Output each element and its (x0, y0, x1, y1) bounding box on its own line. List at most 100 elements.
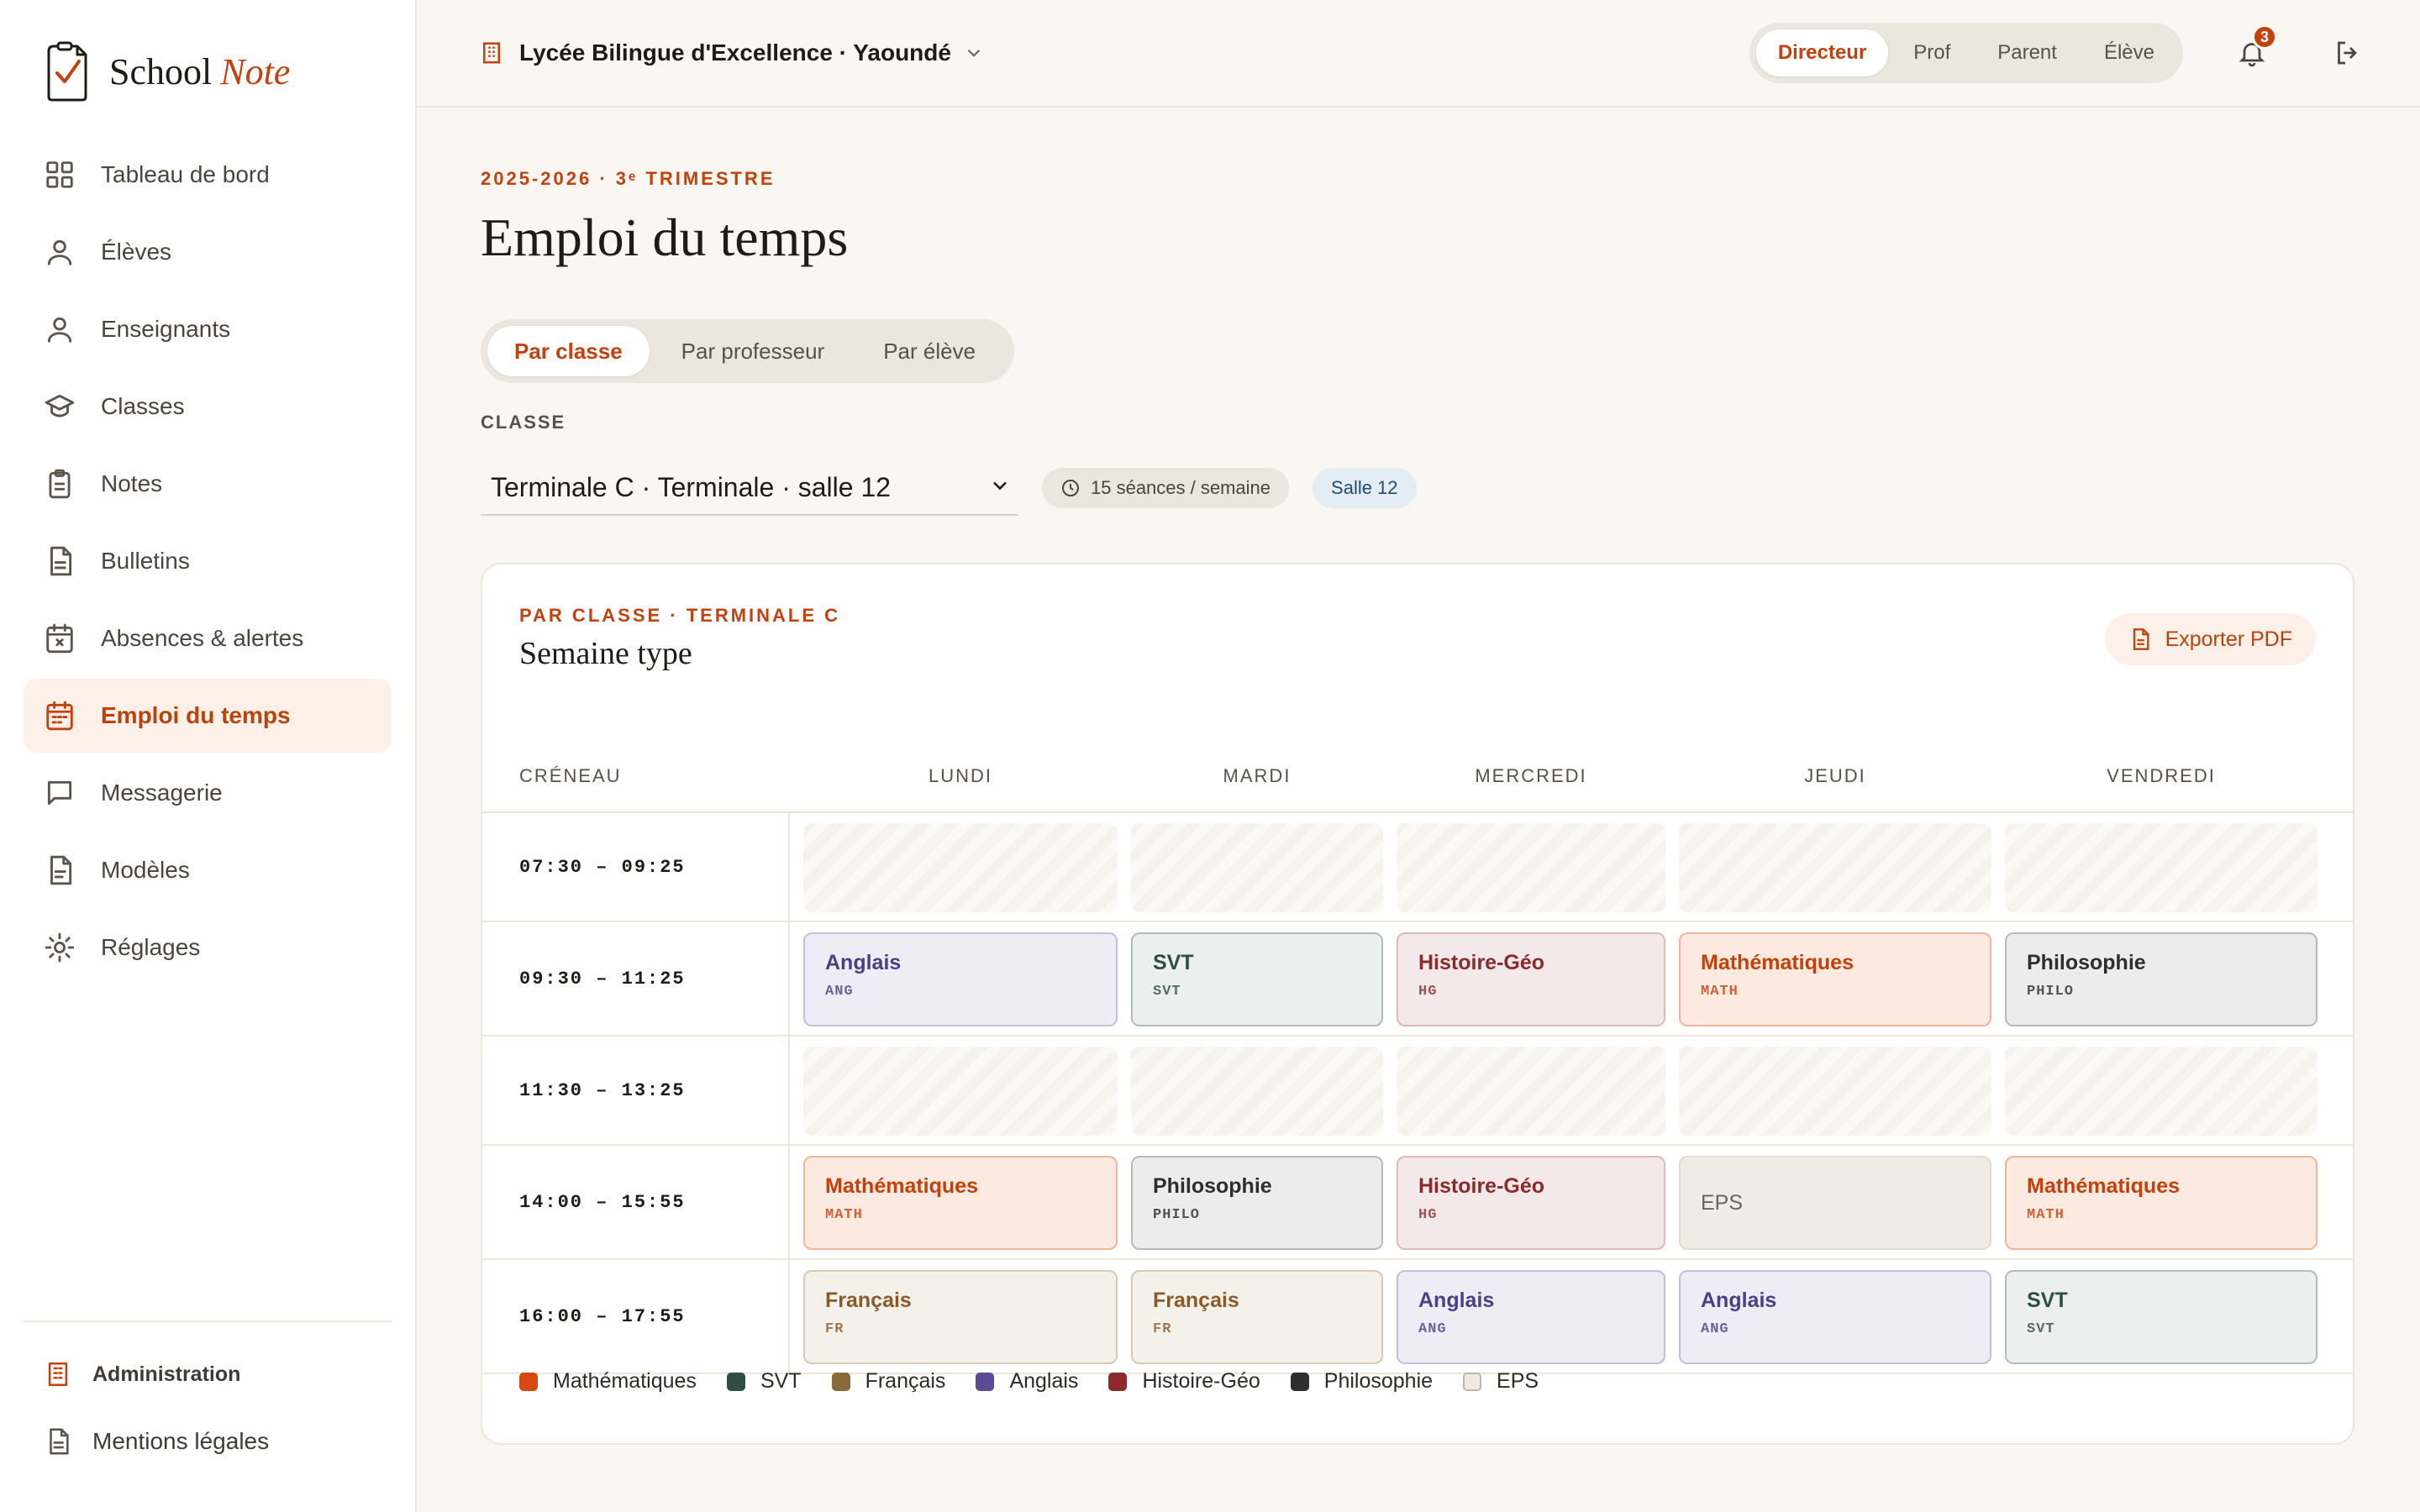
timetable-row: 07:30 – 09:25 (482, 813, 2353, 922)
legend-label: SVT (760, 1369, 802, 1393)
school-name: Lycée Bilingue d'Excellence · Yaoundé (519, 39, 951, 66)
role-prof[interactable]: Prof (1891, 29, 1972, 76)
role-directeur[interactable]: Directeur (1755, 29, 1889, 76)
empty-slot (1679, 1047, 1991, 1136)
day-header-mercredi: MERCREDI (1475, 765, 1587, 786)
legend-item: Histoire-Géo (1108, 1369, 1260, 1394)
legend-swatch (976, 1372, 995, 1391)
sidebar-item-messagerie[interactable]: Messagerie (24, 756, 392, 830)
empty-slot (2005, 1047, 2317, 1136)
class-select[interactable]: Terminale C · Terminale · salle 12 (481, 460, 1018, 516)
role-eleve[interactable]: Élève (2082, 29, 2176, 76)
lesson-cell[interactable]: Philosophie PHILO (2005, 932, 2317, 1026)
timetable-row: 16:00 – 17:55 Français FR Français FR Anglais… (482, 1260, 2353, 1374)
lesson-subject: Mathématiques (1701, 951, 1854, 974)
sidebar-item-modeles[interactable]: Modèles (24, 833, 392, 907)
day-header-vendredi: VENDREDI (2107, 765, 2216, 786)
lesson-code: MATH (825, 1207, 863, 1223)
lesson-code: PHILO (1153, 1207, 1201, 1223)
lesson-subject: Anglais (825, 951, 902, 974)
lesson-subject: Histoire-Géo (1418, 951, 1545, 974)
notifications-button[interactable]: 3 (2227, 24, 2277, 78)
tab-par-classe[interactable]: Par classe (487, 326, 650, 376)
tab-par-professeur[interactable]: Par professeur (655, 326, 852, 376)
lesson-cell[interactable]: Anglais ANG (1679, 1270, 1991, 1364)
sidebar-item-enseignants[interactable]: Enseignants (24, 292, 392, 366)
lesson-subject: EPS (1701, 1190, 1744, 1215)
legend-item: Français (831, 1369, 946, 1394)
lesson-cell[interactable]: Anglais ANG (803, 932, 1118, 1026)
lesson-subject: Anglais (1418, 1289, 1495, 1312)
lesson-cell[interactable]: SVT SVT (1131, 932, 1383, 1026)
sidebar-item-tableau-de-bord[interactable]: Tableau de bord (24, 138, 392, 212)
lesson-cell[interactable]: Mathématiques MATH (803, 1156, 1118, 1250)
legend-swatch (831, 1372, 850, 1391)
main-area: Lycée Bilingue d'Excellence · Yaoundé Di… (417, 0, 2420, 1512)
sidebar-item-notes[interactable]: Notes (24, 447, 392, 521)
slot-header: CRÉNEAU (519, 765, 622, 786)
subject-legend: Mathématiques SVT Français Anglais Histoire-… (519, 1369, 1569, 1394)
legal-link[interactable]: Mentions légales (24, 1408, 392, 1475)
lesson-cell[interactable]: Français FR (1131, 1270, 1383, 1364)
sidebar-item-emploi-du-temps[interactable]: Emploi du temps (24, 679, 392, 753)
lesson-subject: SVT (1153, 951, 1194, 974)
logout-icon (2338, 41, 2357, 65)
empty-slot (1679, 823, 1991, 912)
legend-swatch (1290, 1372, 1309, 1391)
legend-label: Histoire-Géo (1142, 1369, 1260, 1393)
role-parent[interactable]: Parent (1975, 29, 2079, 76)
sidebar-item-absences[interactable]: Absences & alertes (24, 601, 392, 675)
school-selector[interactable]: Lycée Bilingue d'Excellence · Yaoundé (479, 39, 985, 66)
lesson-code: PHILO (2027, 984, 2075, 1000)
lesson-cell[interactable]: Anglais ANG (1397, 1270, 1665, 1364)
lesson-cell[interactable]: SVT SVT (2005, 1270, 2317, 1364)
lesson-cell[interactable]: Mathématiques MATH (2005, 1156, 2317, 1250)
legend-label: Français (865, 1369, 946, 1393)
lesson-cell[interactable]: EPS (1679, 1156, 1991, 1250)
lesson-subject: Philosophie (2027, 951, 2146, 974)
notification-badge: 3 (2252, 24, 2277, 50)
legend-item: SVT (726, 1369, 802, 1394)
legend-item: Philosophie (1290, 1369, 1433, 1394)
lesson-cell[interactable]: Histoire-Géo HG (1397, 932, 1665, 1026)
export-pdf-button[interactable]: Exporter PDF (2104, 613, 2316, 665)
empty-slot (1397, 1047, 1665, 1136)
sidebar-item-bulletins[interactable]: Bulletins (24, 524, 392, 598)
lesson-code: MATH (2027, 1207, 2065, 1223)
sidebar-item-eleves[interactable]: Élèves (24, 215, 392, 289)
lesson-code: HG (1418, 1207, 1438, 1223)
lesson-code: SVT (2027, 1321, 2055, 1337)
sidebar-item-reglages[interactable]: Réglages (24, 911, 392, 984)
settings-icon (45, 932, 75, 963)
building-icon (483, 42, 500, 64)
lesson-code: ANG (1418, 1321, 1447, 1337)
room-chip: Salle 12 (1313, 468, 1417, 508)
chevron-down-icon (993, 481, 1007, 491)
tab-par-eleve[interactable]: Par élève (856, 326, 1002, 376)
lesson-cell[interactable]: Mathématiques MATH (1679, 932, 1991, 1026)
sidebar-item-classes[interactable]: Classes (24, 370, 392, 444)
lesson-subject: Français (825, 1289, 912, 1312)
lesson-cell[interactable]: Français FR (803, 1270, 1118, 1364)
timetable-row: 09:30 – 11:25 Anglais ANG SVT SVT Histoire-Gé… (482, 922, 2353, 1037)
role-switcher: Directeur Prof Parent Élève (1749, 23, 2183, 83)
graduation-cap-icon (45, 394, 75, 417)
empty-slot (1397, 823, 1665, 912)
timetable-row: 11:30 – 13:25 (482, 1037, 2353, 1146)
logout-button[interactable] (2323, 28, 2373, 78)
sidebar-item-label: Tableau de bord (101, 161, 270, 187)
lesson-cell[interactable]: Philosophie PHILO (1131, 1156, 1383, 1250)
timetable-card: PAR CLASSE · TERMINALE C Semaine type Ex… (481, 563, 2354, 1445)
class-select-value: Terminale C · Terminale · salle 12 (491, 471, 892, 502)
sidebar-item-label: Modèles (101, 857, 190, 883)
calendar-x-icon (46, 623, 73, 654)
document-icon (50, 546, 72, 576)
document-icon (2133, 628, 2149, 650)
sidebar-item-label: Classes (101, 393, 185, 419)
dashboard-icon (46, 161, 73, 188)
legend-swatch (1108, 1372, 1128, 1391)
template-icon (50, 855, 72, 885)
administration-link[interactable]: Administration (24, 1341, 392, 1408)
brand[interactable]: School Note (0, 35, 415, 108)
lesson-cell[interactable]: Histoire-Géo HG (1397, 1156, 1665, 1250)
